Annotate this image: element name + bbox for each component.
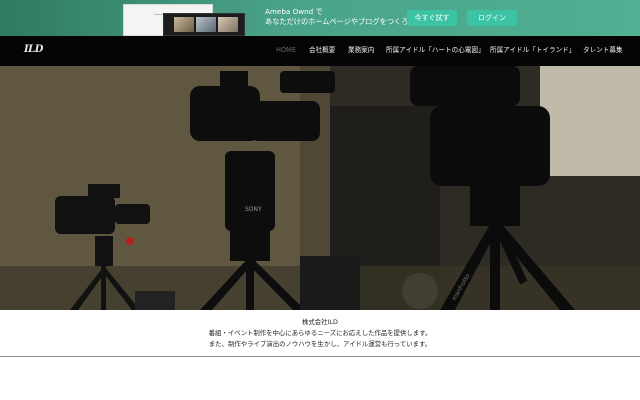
- nav-item-idol-heart[interactable]: 所属アイドル「ハートの心電図」: [386, 46, 485, 55]
- nav-item-home[interactable]: HOME: [276, 46, 296, 55]
- camera-scene-image: SONY manfrotto: [0, 66, 640, 310]
- svg-text:SONY: SONY: [245, 206, 262, 213]
- intro-section: 株式会社ILD 番組・イベント制作を中心にあらゆるニーズにお応えした作品を提供し…: [0, 310, 640, 357]
- nav-item-talent-recruit[interactable]: タレント募集: [583, 46, 623, 55]
- intro-line-1: 番組・イベント制作を中心にあらゆるニーズにお応えした作品を提供します。: [208, 329, 432, 337]
- try-now-button[interactable]: 今すぐ試す: [407, 10, 457, 26]
- ameba-promo-banner: Ameba Ownd で あなただけのホームページやブログをつくろう 今すぐ試す…: [0, 0, 640, 36]
- promo-preview-image-dark: [163, 13, 245, 36]
- promo-line-1: Ameba Ownd で: [265, 7, 323, 16]
- intro-line-2: また、制作やライブ演出のノウハウを生かし、アイドル運営も行っています。: [208, 340, 432, 348]
- site-logo[interactable]: ILD: [24, 44, 43, 55]
- company-name: 株式会社ILD: [302, 318, 338, 326]
- hero-image: SONY manfrotto: [0, 66, 640, 310]
- promo-text: Ameba Ownd で あなただけのホームページやブログをつくろう: [265, 7, 416, 27]
- promo-line-2: あなただけのホームページやブログをつくろう: [265, 17, 416, 26]
- nav-item-services[interactable]: 業務案内: [348, 46, 374, 55]
- nav-item-company[interactable]: 会社概要: [309, 46, 335, 55]
- nav-item-idol-toyland[interactable]: 所属アイドル「トイランド」: [490, 46, 575, 55]
- login-button[interactable]: ログイン: [467, 10, 517, 26]
